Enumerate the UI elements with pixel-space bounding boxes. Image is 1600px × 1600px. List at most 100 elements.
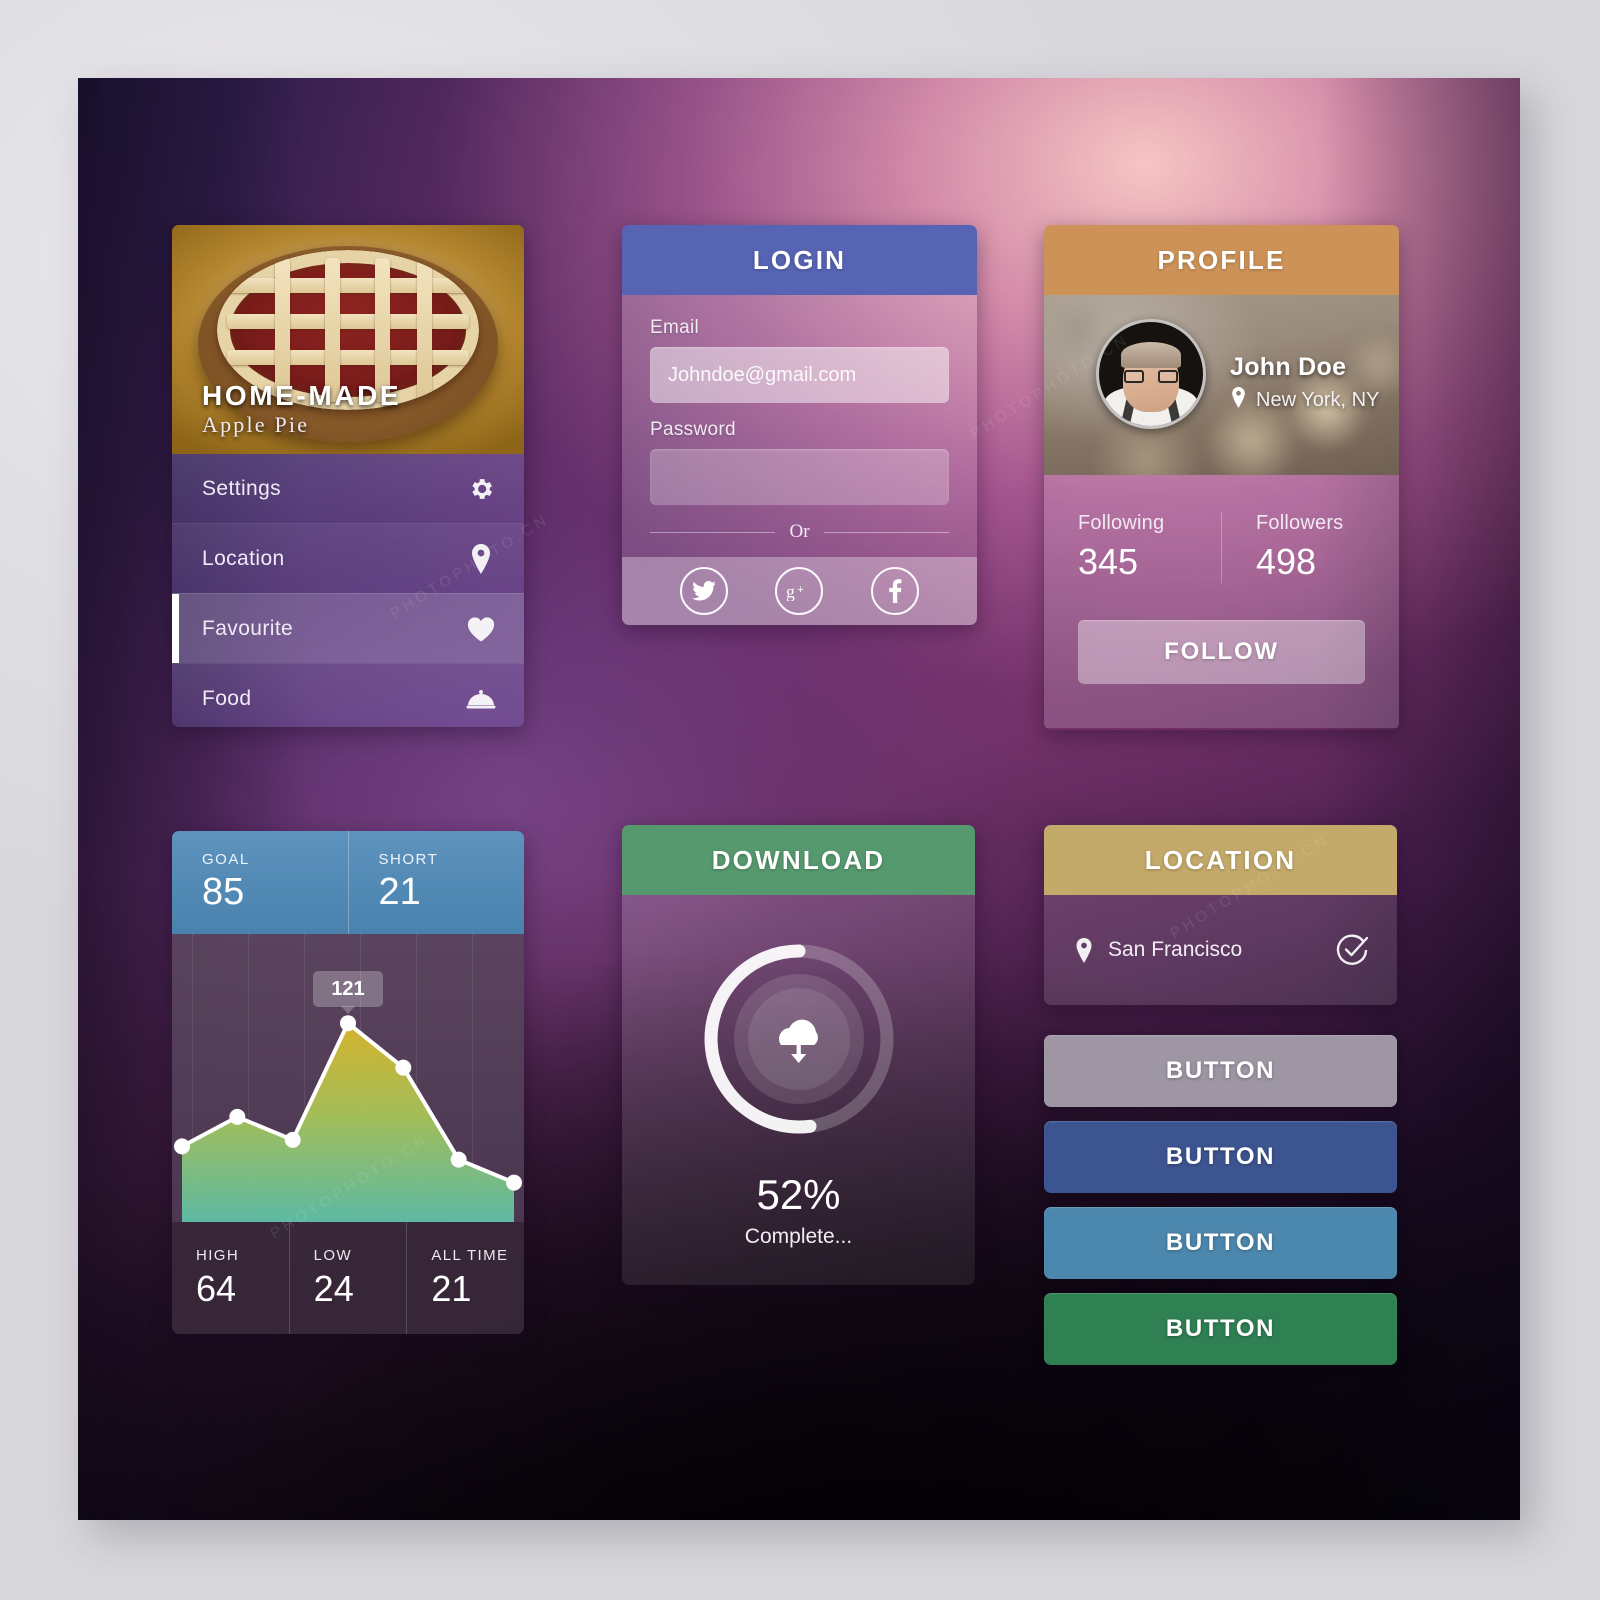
stat-label: HIGH [196, 1246, 240, 1264]
chart-tooltip: 121 [313, 971, 383, 1008]
menu-card: HOME-MADE Apple Pie Settings Location Fa… [172, 225, 524, 727]
lattice-strip [227, 350, 469, 366]
button-grey[interactable]: BUTTON [1044, 1035, 1397, 1107]
cloche-icon [464, 682, 498, 716]
stat-short: SHORT 21 [347, 831, 525, 934]
progress-ring [701, 941, 897, 1137]
pie-title: HOME-MADE [202, 380, 402, 412]
map-pin-icon [1230, 387, 1247, 414]
divider-line-right [823, 531, 949, 533]
stat-following: Following 345 [1044, 512, 1221, 583]
menu-item-label: Location [202, 546, 285, 570]
location-card-title: LOCATION [1044, 825, 1397, 895]
stat-goal: GOAL 85 [172, 831, 348, 934]
menu-item-favourite[interactable]: Favourite [172, 593, 524, 663]
button-navy[interactable]: BUTTON [1044, 1121, 1397, 1193]
menu-item-location[interactable]: Location [172, 523, 524, 593]
login-card: LOGIN Email Johndoe@gmail.com Password O… [622, 225, 977, 625]
email-label: Email [650, 317, 700, 338]
download-card: DOWNLOAD 52% Complete... [622, 825, 975, 1285]
pie-subtitle: Apple Pie [202, 412, 310, 438]
stat-value: 345 [1078, 541, 1139, 582]
chart-point [506, 1174, 522, 1191]
google-plus-icon[interactable]: g + [775, 567, 824, 615]
cloud-download-icon[interactable] [747, 988, 850, 1090]
stat-value: 21 [378, 871, 421, 913]
avatar-glasses [1124, 370, 1178, 383]
profile-location-text: New York, NY [1256, 389, 1380, 411]
download-percent: 52% [756, 1171, 841, 1218]
ui-kit-frame: HOME-MADE Apple Pie Settings Location Fa… [78, 78, 1520, 1520]
email-field[interactable]: Johndoe@gmail.com [650, 347, 949, 403]
stat-label: Following [1078, 512, 1165, 534]
email-value: Johndoe@gmail.com [668, 363, 857, 386]
stat-all-time: ALL TIME 21 [406, 1222, 524, 1334]
stat-value: 498 [1256, 541, 1317, 582]
login-form: Email Johndoe@gmail.com Password Or [622, 295, 977, 557]
pie-photo: HOME-MADE Apple Pie [172, 225, 524, 454]
profile-body: Following 345 Followers 498 FOLLOW [1044, 475, 1399, 728]
password-field[interactable] [650, 449, 949, 505]
menu-item-label: Favourite [202, 616, 294, 640]
stat-label: ALL TIME [431, 1246, 509, 1264]
password-label: Password [650, 419, 736, 440]
pie-caption: HOME-MADE Apple Pie [202, 380, 401, 440]
button-blue[interactable]: BUTTON [1044, 1207, 1397, 1279]
menu-item-food[interactable]: Food [172, 663, 524, 727]
login-card-title: LOGIN [622, 225, 977, 295]
menu-item-label: Settings [202, 476, 282, 500]
or-divider: Or [650, 521, 949, 543]
chart-card: GOAL 85 SHORT 21 121 HIGH 64 LOW 24 ALL … [172, 831, 524, 1334]
profile-card-title: PROFILE [1044, 225, 1399, 295]
map-pin-icon [464, 542, 498, 576]
lattice-strip [417, 258, 432, 403]
location-card: LOCATION San Francisco [1044, 825, 1397, 1005]
divider-text: Or [789, 521, 810, 542]
lattice-strip [227, 278, 469, 294]
chart-point [340, 1015, 356, 1032]
stat-followers: Followers 498 [1221, 512, 1399, 583]
download-body: 52% Complete... [622, 895, 975, 1285]
stat-label: Followers [1256, 512, 1344, 534]
profile-cover-photo: John Doe New York, NY [1044, 295, 1399, 475]
chart-top-stats: GOAL 85 SHORT 21 [172, 831, 524, 934]
location-city: San Francisco [1108, 938, 1243, 961]
menu-list: Settings Location Favourite Food [172, 454, 524, 727]
check-circle-icon[interactable] [1335, 933, 1369, 967]
stat-low: LOW 24 [288, 1222, 407, 1334]
lattice-strip [227, 314, 469, 330]
follow-button[interactable]: FOLLOW [1078, 620, 1365, 684]
profile-location: New York, NY [1230, 387, 1379, 414]
stat-value: 24 [313, 1267, 354, 1309]
chart-bottom-stats: HIGH 64 LOW 24 ALL TIME 21 [172, 1222, 524, 1334]
gear-icon [464, 472, 498, 506]
stat-value: 21 [431, 1267, 472, 1309]
chart-point [395, 1059, 412, 1076]
chart-point [284, 1131, 301, 1148]
svg-text:+: + [798, 584, 805, 596]
chart-point [450, 1151, 467, 1168]
stat-value: 64 [196, 1267, 237, 1309]
stat-label: LOW [313, 1246, 353, 1264]
stat-high: HIGH 64 [172, 1222, 289, 1334]
button-green[interactable]: BUTTON [1044, 1293, 1397, 1365]
stat-label: GOAL [202, 851, 250, 868]
area-chart: 121 [172, 934, 524, 1222]
menu-item-settings[interactable]: Settings [172, 454, 524, 523]
chart-point [174, 1138, 190, 1155]
svg-text:g: g [786, 582, 795, 602]
location-row[interactable]: San Francisco [1044, 895, 1397, 1005]
button-stack: BUTTON BUTTON BUTTON BUTTON [1044, 1035, 1397, 1379]
heart-icon [464, 612, 498, 646]
profile-name: John Doe [1230, 353, 1347, 381]
download-card-title: DOWNLOAD [622, 825, 975, 895]
twitter-icon[interactable] [679, 567, 728, 615]
download-status: Complete... [744, 1225, 853, 1248]
profile-card: PROFILE John Doe New York, NY Following … [1044, 225, 1399, 730]
map-pin-icon [1074, 937, 1094, 963]
facebook-icon[interactable] [871, 567, 920, 615]
page-backdrop: HOME-MADE Apple Pie Settings Location Fa… [0, 0, 1600, 1600]
avatar [1096, 319, 1206, 429]
social-login-bar: g + [622, 557, 977, 625]
chart-point [229, 1108, 246, 1125]
